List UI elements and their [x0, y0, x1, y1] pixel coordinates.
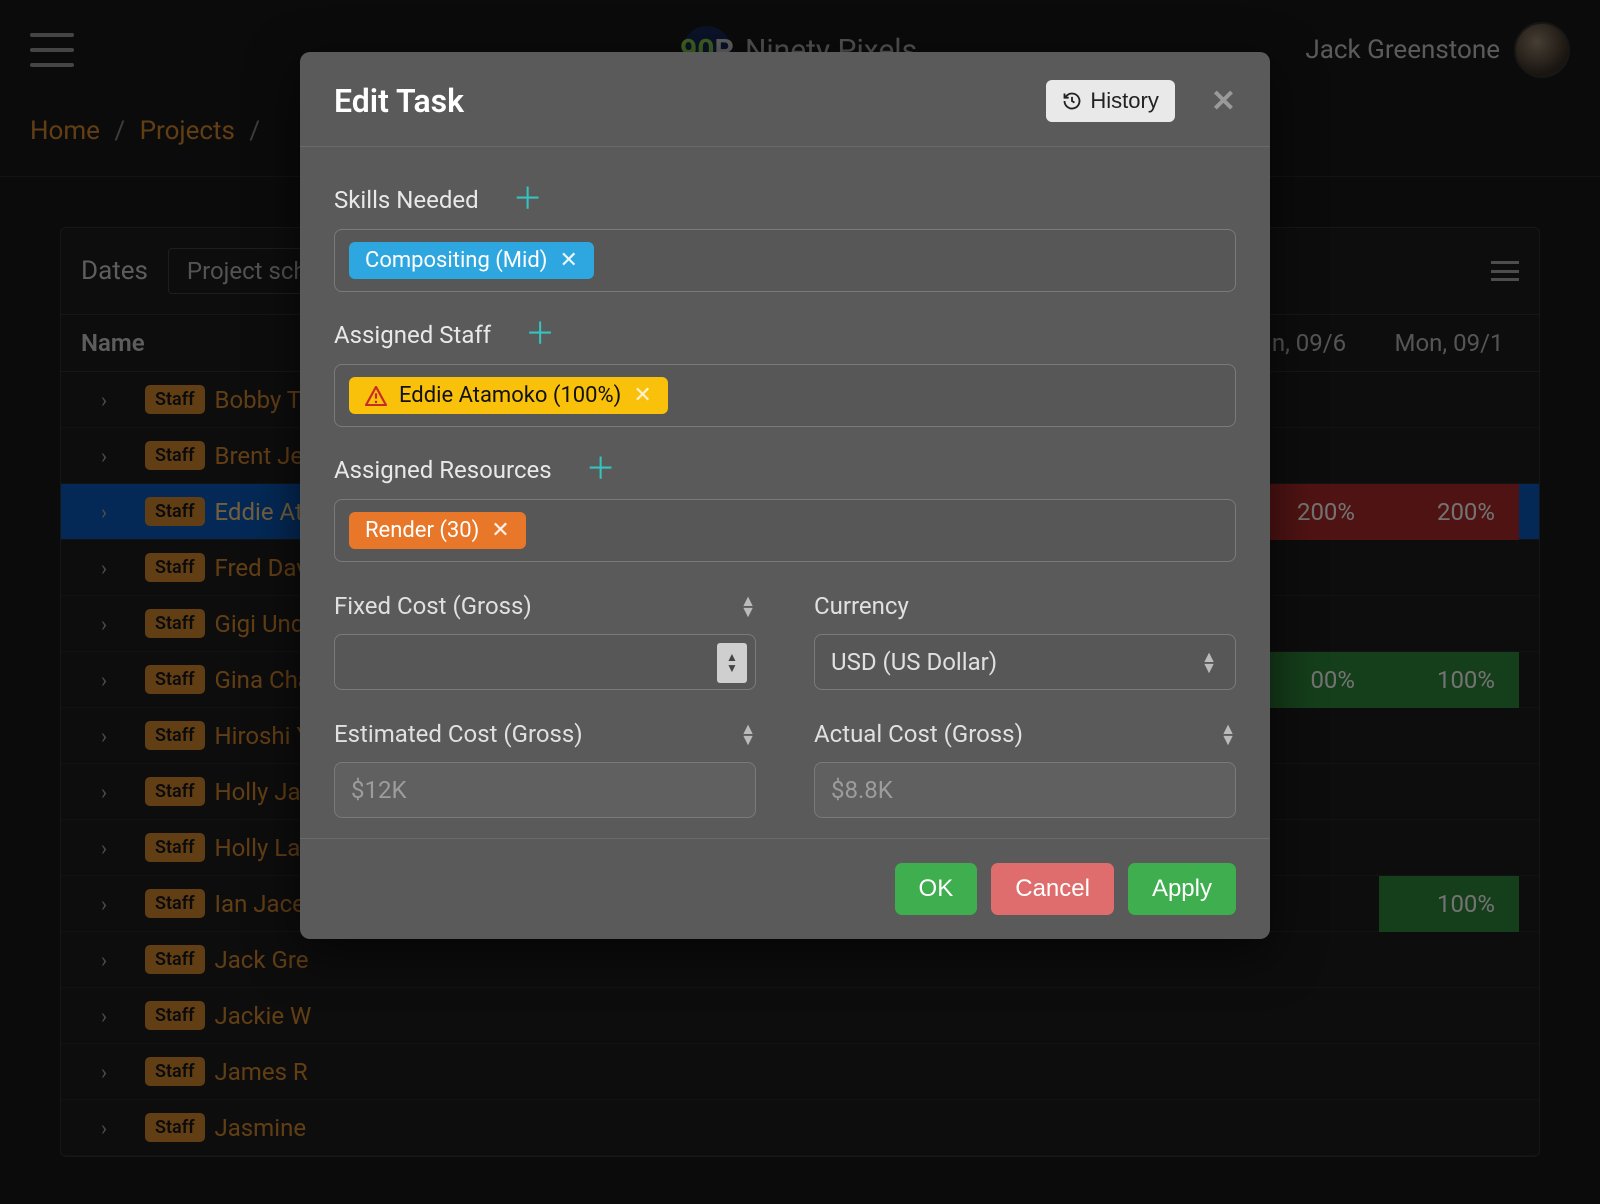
close-icon[interactable]: ✕: [1211, 84, 1236, 119]
resources-chipbox[interactable]: Render (30) ✕: [334, 499, 1236, 562]
edit-task-modal: Edit Task History ✕ Skills Needed ＋ Comp…: [300, 52, 1270, 939]
estimated-cost-label: Estimated Cost (Gross): [334, 720, 583, 748]
modal-title: Edit Task: [334, 82, 464, 120]
staff-label: Assigned Staff ＋: [334, 320, 1236, 350]
resources-label: Assigned Resources ＋: [334, 455, 1236, 485]
resource-chip: Render (30) ✕: [349, 512, 526, 549]
actual-cost-label: Actual Cost (Gross): [814, 720, 1023, 748]
skills-label: Skills Needed ＋: [334, 185, 1236, 215]
skill-chip: Compositing (Mid) ✕: [349, 242, 594, 279]
add-staff-button[interactable]: ＋: [525, 320, 555, 350]
history-button[interactable]: History: [1046, 80, 1174, 122]
staff-chipbox[interactable]: Eddie Atamoko (100%) ✕: [334, 364, 1236, 427]
modal-footer: OK Cancel Apply: [300, 838, 1270, 939]
add-skill-button[interactable]: ＋: [513, 185, 543, 215]
skills-chipbox[interactable]: Compositing (Mid) ✕: [334, 229, 1236, 292]
add-resource-button[interactable]: ＋: [586, 455, 616, 485]
sort-icon[interactable]: ▲▼: [1220, 723, 1236, 745]
quantity-stepper[interactable]: ▲▼: [717, 643, 747, 683]
actual-cost-display: $8.8K: [814, 762, 1236, 818]
apply-button[interactable]: Apply: [1128, 863, 1236, 915]
cancel-button[interactable]: Cancel: [991, 863, 1114, 915]
modal-header: Edit Task History ✕: [300, 52, 1270, 147]
sort-icon[interactable]: ▲▼: [740, 723, 756, 745]
warning-icon: [365, 386, 387, 406]
remove-resource-icon[interactable]: ✕: [491, 518, 509, 543]
fixed-cost-input[interactable]: ▲▼: [334, 634, 756, 690]
sort-icon[interactable]: ▲▼: [740, 595, 756, 617]
estimated-cost-display: $12K: [334, 762, 756, 818]
remove-staff-icon[interactable]: ✕: [633, 383, 651, 408]
fixed-cost-label: Fixed Cost (Gross): [334, 592, 532, 620]
currency-select[interactable]: USD (US Dollar) ▲▼: [814, 634, 1236, 690]
remove-skill-icon[interactable]: ✕: [559, 248, 577, 273]
ok-button[interactable]: OK: [895, 863, 978, 915]
chevron-updown-icon: ▲▼: [1201, 651, 1217, 673]
staff-chip: Eddie Atamoko (100%) ✕: [349, 377, 668, 414]
currency-label: Currency: [814, 592, 909, 620]
history-icon: [1062, 91, 1082, 111]
